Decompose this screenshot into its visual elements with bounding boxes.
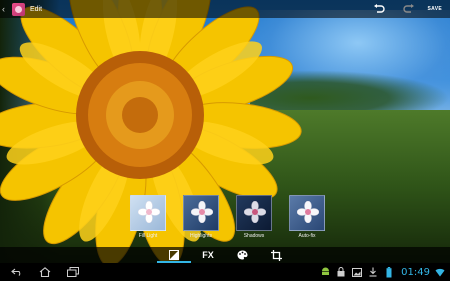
redo-button[interactable] [398,0,420,18]
tab-fx-label: FX [202,250,214,260]
tab-color[interactable] [225,247,259,263]
filter-label: Fill Light [138,233,158,239]
filter-thumbnail [236,195,272,231]
page-title: Edit [30,5,43,13]
back-button[interactable] [6,263,28,281]
back-caret-icon[interactable]: ‹ [2,4,5,14]
effect-tabs: FX [0,247,450,263]
flower-thumbnail-icon [297,201,319,223]
tab-fx[interactable]: FX [191,247,225,263]
filter-strip: Fill Light Highlights Shadows Auto-fix [130,195,325,243]
home-icon [39,267,51,277]
filter-label: Shadows [243,233,265,239]
save-button[interactable]: SAVE [428,6,442,12]
tab-tone[interactable] [157,247,191,263]
tab-crop[interactable] [259,247,293,263]
palette-icon [237,250,247,260]
filter-label: Auto-fix [298,233,316,239]
filter-thumbnail [130,195,166,231]
gallery-notification-icon [351,263,363,281]
download-icon [367,263,379,281]
undo-icon [373,4,385,13]
system-bar: 01:49 [0,263,450,281]
recent-apps-icon [67,267,79,277]
clock: 01:49 [401,266,430,278]
android-debug-icon [319,263,331,281]
filter-fill-light[interactable]: Fill Light [130,195,166,243]
recent-apps-button[interactable] [62,263,84,281]
flower-thumbnail-icon [138,201,160,223]
battery-icon [383,263,395,281]
action-bar: ‹ Edit SAVE [0,0,450,18]
home-button[interactable] [34,263,56,281]
lock-icon [335,263,347,281]
flower-thumbnail-icon [244,201,266,223]
filter-auto-fix[interactable]: Auto-fix [289,195,325,243]
crop-icon [270,249,282,261]
back-icon [11,268,21,276]
action-bar-actions: SAVE [360,0,442,18]
filter-thumbnail [289,195,325,231]
gallery-app-icon[interactable] [12,2,25,16]
undo-button[interactable] [368,0,390,18]
filter-label: Highlights [190,233,212,239]
flower-thumbnail-icon [191,201,213,223]
status-area[interactable]: 01:49 [315,263,446,281]
tone-icon [169,250,179,260]
filter-highlights[interactable]: Highlights [183,195,219,243]
filter-shadows[interactable]: Shadows [236,195,272,243]
filter-thumbnail [183,195,219,231]
wifi-icon [434,263,446,281]
redo-icon [402,4,414,13]
